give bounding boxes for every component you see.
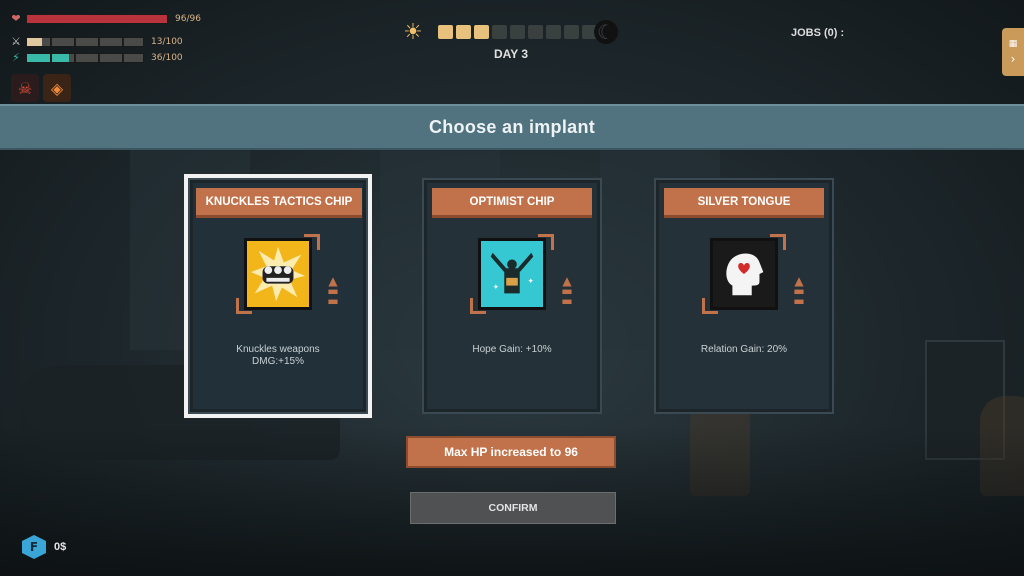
grid-icon: ▦ <box>1008 38 1018 49</box>
chevron-right-icon: › <box>1010 51 1016 66</box>
day-segment <box>492 25 507 39</box>
status-effects: ☠ ◈ <box>11 74 71 102</box>
implant-card-title: KNUCKLES TACTICS CHIP <box>196 188 362 218</box>
jobs-label[interactable]: JOBS (0) : <box>791 27 844 39</box>
day-label: DAY 3 <box>494 47 529 61</box>
stamina-bar-fill <box>27 38 43 46</box>
sun-icon: ☀ <box>403 20 423 45</box>
lightning-icon: ⚡ <box>12 51 20 64</box>
head-heart-icon <box>710 238 778 310</box>
bar-segment-divider <box>50 38 52 46</box>
head-heart-graphic <box>726 253 764 296</box>
confirm-button[interactable]: CONFIRM <box>410 492 616 524</box>
stamina-bar <box>26 37 144 47</box>
day-segment <box>456 25 471 39</box>
description-line: DMG:+15% <box>252 356 304 367</box>
day-segment <box>438 25 453 39</box>
health-bar-row: ❤ 96/96 <box>10 13 201 25</box>
implant-card-description: Hope Gain: +10% <box>472 344 552 355</box>
skull-icon[interactable]: ☠ <box>11 74 39 102</box>
bar-segment-divider <box>74 54 76 62</box>
bar-segment-divider <box>122 38 124 46</box>
bar-segment-divider <box>122 54 124 62</box>
knuckles-icon-graphic <box>250 246 306 302</box>
implant-icon-frame <box>702 234 786 314</box>
implant-card-silver-tongue[interactable]: SILVER TONGUE ▲ ▬ ▬ Relation Gain: 20% <box>654 178 834 414</box>
implant-icon-frame: ✦ ✦ <box>470 234 554 314</box>
day-progress <box>438 25 597 39</box>
implant-card-description: Knuckles weapons DMG:+15% <box>200 344 356 368</box>
bar-segment-divider <box>98 54 100 62</box>
bar-segment-divider <box>74 38 76 46</box>
crossed-swords-icon: ⚔ <box>11 35 21 48</box>
hp-notice: Max HP increased to 96 <box>406 436 616 468</box>
health-bar-fill <box>27 15 167 23</box>
health-bar <box>26 14 168 24</box>
implant-card-description: Relation Gain: 20% <box>700 344 788 355</box>
energy-bar-fill <box>27 54 69 62</box>
implant-card-title: OPTIMIST CHIP <box>432 188 592 218</box>
day-segment <box>528 25 543 39</box>
svg-text:✦: ✦ <box>493 282 500 291</box>
money-display: F 0$ <box>22 535 66 559</box>
energy-value: 36/100 <box>151 53 183 63</box>
implant-icon-frame <box>236 234 320 314</box>
side-menu-tab[interactable]: ▦ › <box>1002 28 1024 76</box>
upgrade-arrow-icon: ▲ ▬ ▬ <box>327 274 339 308</box>
health-value: 96/96 <box>175 14 201 24</box>
heart-icon: ❤ <box>11 12 21 25</box>
day-segment <box>546 25 561 39</box>
cheering-figure-graphic: ✦ ✦ <box>490 252 534 294</box>
day-segment <box>564 25 579 39</box>
currency-icon: F <box>22 535 46 559</box>
money-value: 0$ <box>54 541 67 553</box>
day-cycle: ☀ ☾ DAY 3 <box>400 20 620 70</box>
page-title: Choose an implant <box>428 116 596 137</box>
implant-card-knuckles[interactable]: KNUCKLES TACTICS CHIP ▲ ▬ ▬ Knuckles weapo… <box>184 174 372 418</box>
upgrade-arrow-icon: ▲ ▬ ▬ <box>793 274 805 308</box>
energy-bar-row: ⚡ 36/100 <box>10 52 183 64</box>
svg-text:✦: ✦ <box>527 277 534 286</box>
moon-icon: ☾ <box>594 20 618 44</box>
implant-card-optimist[interactable]: OPTIMIST CHIP ✦ ✦ ▲ ▬ ▬ Hope Gain: +10% <box>422 178 602 414</box>
fire-icon[interactable]: ◈ <box>43 74 71 102</box>
bar-segment-divider <box>50 54 52 62</box>
cheering-figure-icon: ✦ ✦ <box>478 238 546 310</box>
description-line: Knuckles weapons <box>236 344 320 355</box>
day-segment <box>510 25 525 39</box>
bar-segment-divider <box>98 38 100 46</box>
stamina-value: 13/100 <box>151 37 183 47</box>
stamina-bar-row: ⚔ 13/100 <box>10 36 183 48</box>
knuckles-icon <box>244 238 312 310</box>
upgrade-arrow-icon: ▲ ▬ ▬ <box>561 274 573 308</box>
energy-bar <box>26 53 144 63</box>
implant-card-title: SILVER TONGUE <box>664 188 824 218</box>
title-banner: Choose an implant <box>0 104 1024 150</box>
day-segment <box>474 25 489 39</box>
